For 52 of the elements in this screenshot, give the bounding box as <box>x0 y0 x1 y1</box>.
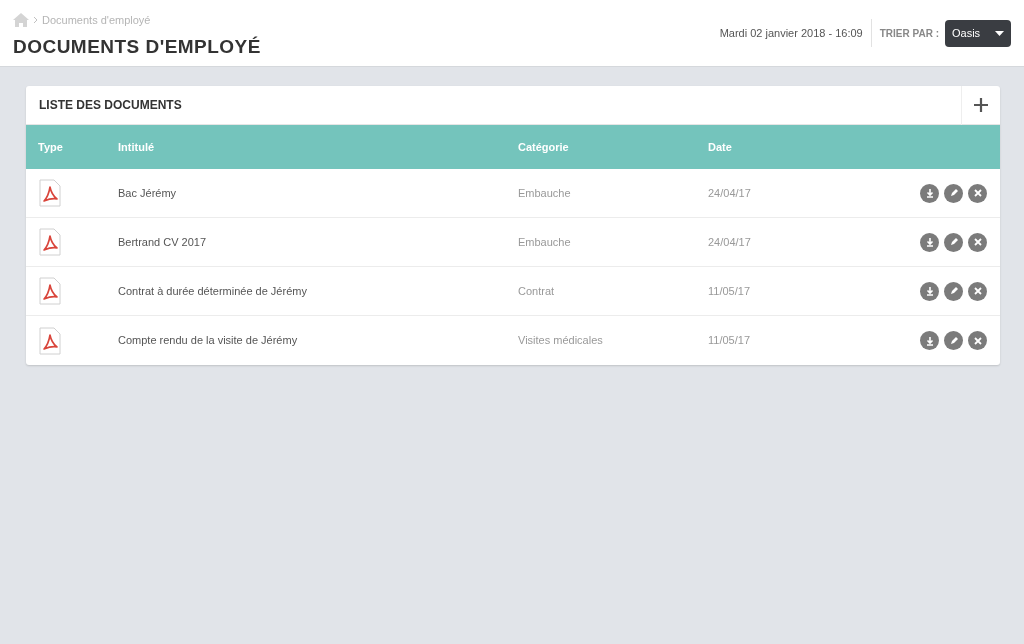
edit-button[interactable] <box>944 183 963 203</box>
download-icon <box>924 335 935 346</box>
delete-button[interactable] <box>968 331 987 350</box>
pdf-file-icon <box>39 179 61 207</box>
date-time: Mardi 02 janvier 2018 - 16:09 <box>719 25 864 41</box>
table-cell-text: Embauche <box>518 234 572 250</box>
download-icon <box>924 188 935 198</box>
pdf-file-icon <box>39 277 61 305</box>
table-cell-text: 11/05/17 <box>708 283 751 299</box>
download-button[interactable] <box>920 331 939 350</box>
download-icon <box>924 286 935 296</box>
table-cell-text: 24/04/17 <box>708 185 752 201</box>
download-button[interactable] <box>920 232 939 252</box>
column-header: Date <box>708 139 733 155</box>
table-cell-text: 11/05/17 <box>708 333 751 349</box>
chevron-icon <box>33 16 38 25</box>
download-icon <box>924 237 935 247</box>
sort-dropdown[interactable]: Oasis <box>945 19 1011 47</box>
table-cell-text: Contrat à durée déterminée de Jérémy <box>118 283 308 299</box>
column-header: Type <box>37 139 64 155</box>
delete-button[interactable] <box>968 232 987 252</box>
edit-icon <box>948 188 959 198</box>
edit-button[interactable] <box>944 331 963 350</box>
download-button[interactable] <box>920 281 939 301</box>
edit-button[interactable] <box>944 232 963 252</box>
table-cell-text: 24/04/17 <box>708 234 752 250</box>
table-cell-text: Bac Jérémy <box>118 185 178 201</box>
table-cell-text: Contrat <box>518 283 556 299</box>
pdf-file-icon <box>39 228 61 256</box>
page-title: DOCUMENTS D'EMPLOYÉ <box>13 34 261 59</box>
plus-icon <box>973 97 989 113</box>
table-cell-text: Visites médicales <box>518 333 604 349</box>
delete-icon <box>972 286 983 296</box>
edit-button[interactable] <box>944 281 963 301</box>
delete-button[interactable] <box>968 183 987 203</box>
table-cell-text: Bertrand CV 2017 <box>118 234 208 250</box>
delete-icon <box>972 188 983 198</box>
sort-label: TRIER PAR : <box>878 26 940 41</box>
edit-icon <box>948 237 959 247</box>
table-cell-text: Embauche <box>518 185 572 201</box>
edit-icon <box>948 286 959 296</box>
column-header: Catégorie <box>518 139 570 155</box>
delete-button[interactable] <box>968 281 987 301</box>
column-header: Intitulé <box>118 139 156 155</box>
delete-icon <box>972 237 983 247</box>
pdf-file-icon <box>39 326 61 355</box>
table-cell-text: Compte rendu de la visite de Jérémy <box>118 333 299 349</box>
download-button[interactable] <box>920 183 939 203</box>
panel-title: LISTE DES DOCUMENTS <box>38 97 182 114</box>
edit-icon <box>948 335 959 346</box>
delete-icon <box>972 335 983 346</box>
caret-icon <box>995 30 1004 36</box>
